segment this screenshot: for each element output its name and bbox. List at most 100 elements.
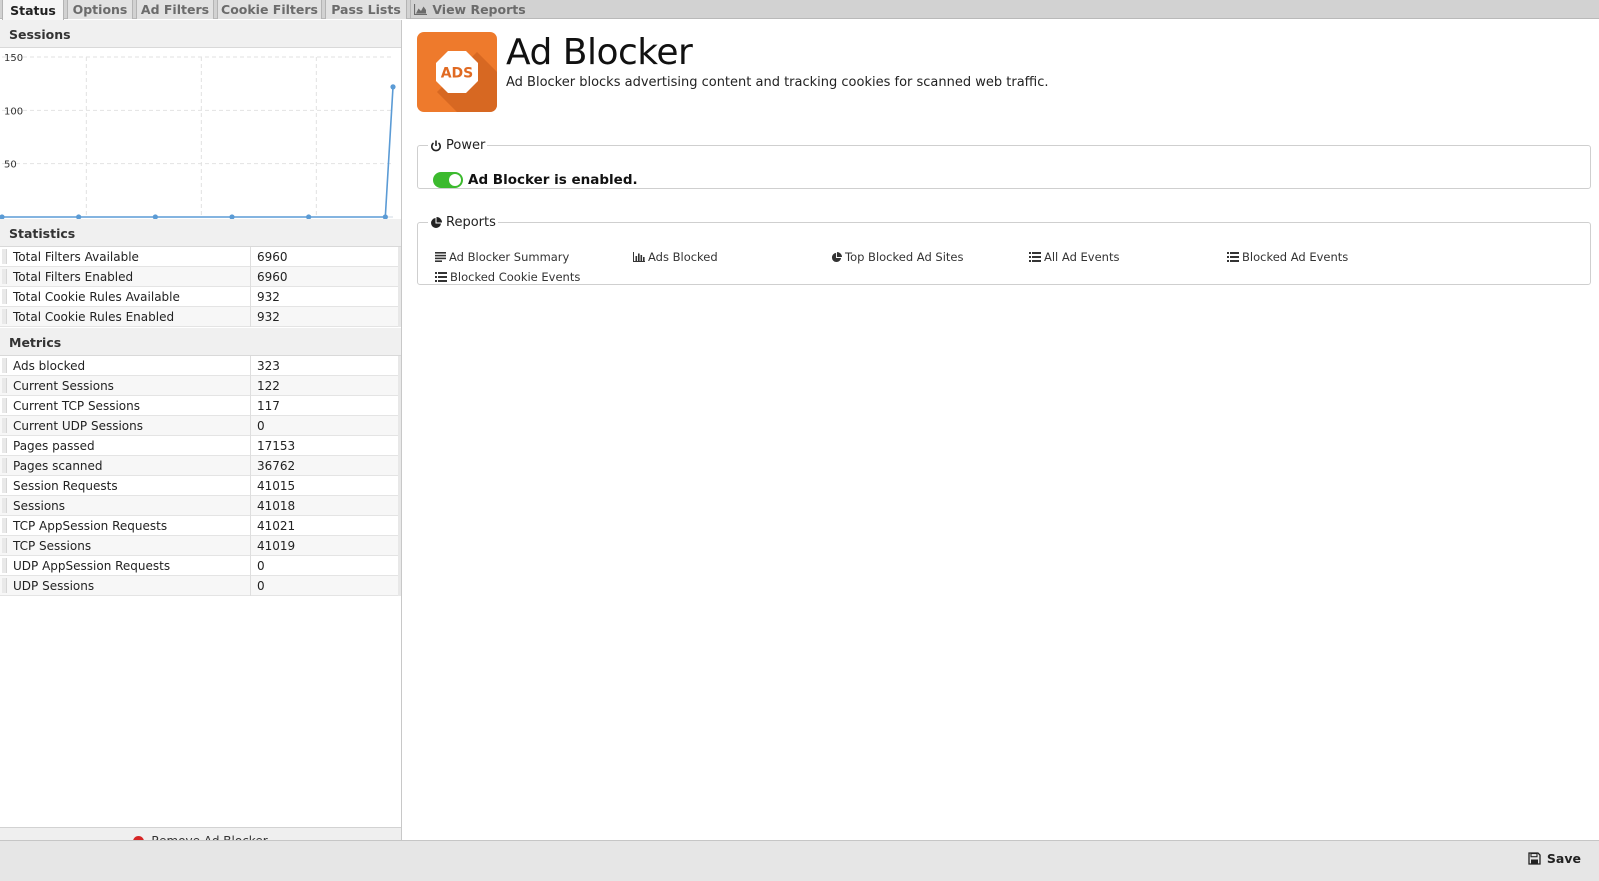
list-icon xyxy=(1227,252,1239,262)
table-row: Ads blocked 323 xyxy=(0,356,401,376)
bar-chart-icon xyxy=(633,252,645,262)
table-row: Total Cookie Rules Enabled 932 xyxy=(0,307,401,327)
metric-key: Pages scanned xyxy=(13,459,103,473)
table-row: Current UDP Sessions 0 xyxy=(0,416,401,436)
save-button[interactable]: Save xyxy=(1528,848,1581,868)
metric-key: TCP Sessions xyxy=(13,539,92,553)
metric-key: Current TCP Sessions xyxy=(13,399,140,413)
stat-value: 932 xyxy=(257,290,280,304)
tab-label: Pass Lists xyxy=(331,2,401,17)
bottom-toolbar: Save xyxy=(0,840,1599,881)
app-description: Ad Blocker blocks advertising content an… xyxy=(506,75,1049,90)
metric-value: 41015 xyxy=(257,479,296,493)
tab-label: Ad Filters xyxy=(140,2,210,17)
metric-key: UDP Sessions xyxy=(13,579,95,593)
metrics-table: Ads blocked 323 Current Sessions 122 Curre… xyxy=(0,356,401,596)
metric-value: 323 xyxy=(257,359,280,373)
y-tick-label: 100 xyxy=(4,106,23,117)
tab-label: Status xyxy=(10,2,56,18)
reports-legend: Reports xyxy=(428,215,498,230)
report-link-label: All Ad Events xyxy=(1044,250,1120,264)
pie-chart-icon xyxy=(831,251,842,262)
metric-value: 117 xyxy=(257,399,280,413)
power-toggle[interactable] xyxy=(433,172,463,188)
app-icon-text: ADS xyxy=(441,66,474,82)
power-icon xyxy=(431,140,441,151)
metric-key: Session Requests xyxy=(13,479,118,493)
metric-value: 17153 xyxy=(257,439,296,453)
report-link-label: Ads Blocked xyxy=(648,250,718,264)
table-row: UDP Sessions 0 xyxy=(0,576,401,596)
power-panel: Power Ad Blocker is enabled. xyxy=(417,138,1591,189)
tab-status[interactable]: Status xyxy=(2,0,64,20)
table-row: Sessions 41018 xyxy=(0,496,401,516)
table-row: TCP AppSession Requests 41021 xyxy=(0,516,401,536)
page-title: Ad Blocker xyxy=(506,32,693,73)
metric-value: 41018 xyxy=(257,499,296,513)
tab-bar: Status Options Ad Filters Cookie Filters… xyxy=(0,0,1599,20)
text-lines-icon xyxy=(435,252,446,262)
metric-value: 0 xyxy=(257,579,265,593)
list-icon xyxy=(435,272,447,282)
app-detail-panel: ADS Ad Blocker Ad Blocker blocks adverti… xyxy=(406,22,1599,840)
report-link-label: Blocked Cookie Events xyxy=(450,270,581,284)
reports-legend-label: Reports xyxy=(446,215,496,230)
ad-blocker-app-icon: ADS xyxy=(417,32,497,112)
tab-view-reports[interactable]: View Reports xyxy=(410,0,529,19)
table-row: Total Filters Enabled 6960 xyxy=(0,267,401,287)
area-chart-icon xyxy=(414,4,428,15)
stat-key: Total Filters Available xyxy=(13,250,139,264)
status-sidebar: Sessions 50100150 18:32:3018:32:4518:33:… xyxy=(0,20,402,854)
power-legend-label: Power xyxy=(446,138,486,153)
statistics-header: Statistics xyxy=(0,219,401,247)
metric-value: 0 xyxy=(257,559,265,573)
table-row: Pages scanned 36762 xyxy=(0,456,401,476)
tab-pass-lists[interactable]: Pass Lists xyxy=(325,0,407,19)
stat-value: 6960 xyxy=(257,270,288,284)
floppy-disk-icon xyxy=(1528,851,1541,865)
tab-ad-filters[interactable]: Ad Filters xyxy=(136,0,214,19)
metric-value: 36762 xyxy=(257,459,296,473)
report-link-blocked-ad-events[interactable]: Blocked Ad Events xyxy=(1227,250,1348,264)
metric-key: Current UDP Sessions xyxy=(13,419,143,433)
tab-options[interactable]: Options xyxy=(67,0,133,19)
power-legend: Power xyxy=(428,138,487,153)
statistics-table: Total Filters Available 6960 Total Filter… xyxy=(0,247,401,327)
stat-value: 6960 xyxy=(257,250,288,264)
metric-key: TCP AppSession Requests xyxy=(13,519,168,533)
report-link-ads-blocked[interactable]: Ads Blocked xyxy=(633,250,718,264)
tab-label: Options xyxy=(72,2,128,17)
sessions-chart: 50100150 18:32:3018:32:4518:33:00 xyxy=(0,53,396,233)
pie-chart-icon xyxy=(431,216,442,228)
report-link-all-ad-events[interactable]: All Ad Events xyxy=(1029,250,1119,264)
metric-key: Sessions xyxy=(13,499,66,513)
metric-value: 122 xyxy=(257,379,280,393)
sessions-header: Sessions xyxy=(0,20,401,48)
report-link-label: Blocked Ad Events xyxy=(1242,250,1349,264)
metric-key: Current Sessions xyxy=(13,379,114,393)
metric-key: Ads blocked xyxy=(13,359,86,373)
report-link-ad-blocker-summary[interactable]: Ad Blocker Summary xyxy=(435,250,569,264)
stat-key: Total Cookie Rules Available xyxy=(13,290,180,304)
stat-value: 932 xyxy=(257,310,280,324)
table-row: Pages passed 17153 xyxy=(0,436,401,456)
power-status-text: Ad Blocker is enabled. xyxy=(468,172,638,188)
series-line xyxy=(2,86,394,218)
metric-value: 41021 xyxy=(257,519,296,533)
table-row: Total Cookie Rules Available 932 xyxy=(0,287,401,307)
metric-value: 0 xyxy=(257,419,265,433)
report-link-label: Ad Blocker Summary xyxy=(449,250,570,264)
metric-key: UDP AppSession Requests xyxy=(13,559,171,573)
tab-cookie-filters[interactable]: Cookie Filters xyxy=(217,0,322,19)
stat-key: Total Cookie Rules Enabled xyxy=(13,310,175,324)
data-point xyxy=(390,84,396,90)
metric-value: 41019 xyxy=(257,539,296,553)
metrics-header: Metrics xyxy=(0,328,401,356)
save-label: Save xyxy=(1546,850,1581,866)
reports-panel: Reports Ad Blocker Summary Ads Blocked T… xyxy=(417,215,1591,285)
y-tick-label: 150 xyxy=(4,53,23,64)
report-link-blocked-cookie-events[interactable]: Blocked Cookie Events xyxy=(435,270,580,284)
stat-key: Total Filters Enabled xyxy=(13,270,134,284)
metric-key: Pages passed xyxy=(13,439,95,453)
report-link-top-blocked-ad-sites[interactable]: Top Blocked Ad Sites xyxy=(831,250,963,264)
